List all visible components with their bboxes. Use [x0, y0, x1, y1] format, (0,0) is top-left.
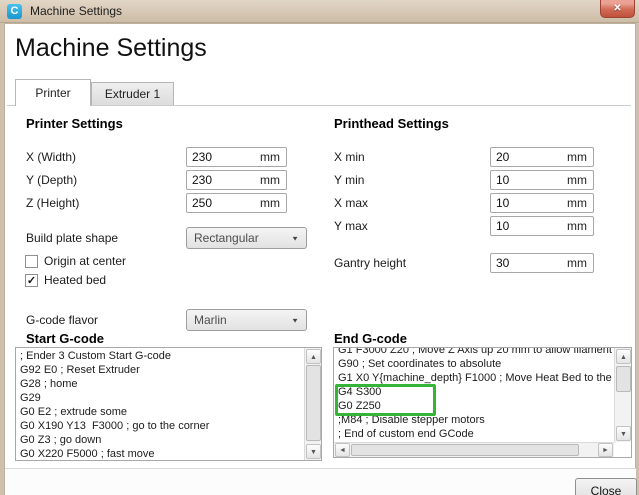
z-height-unit: mm: [260, 196, 280, 210]
x-width-label: X (Width): [26, 150, 77, 164]
y-max-value: 10: [496, 219, 510, 233]
scroll-up-icon[interactable]: ▲: [616, 349, 631, 364]
x-min-value: 20: [496, 150, 510, 164]
x-min-unit: mm: [567, 150, 587, 164]
y-max-input[interactable]: 10 mm: [490, 216, 594, 236]
scroll-down-icon[interactable]: ▼: [616, 426, 631, 441]
start-gcode-vscrollbar[interactable]: ▲ ▼: [304, 348, 321, 460]
gantry-height-value: 30: [496, 256, 510, 270]
end-gcode-heading: End G-code: [334, 331, 407, 346]
gcode-line: G1 X0 Y{machine_depth} F1000 ; Move Heat…: [338, 372, 614, 384]
x-width-input[interactable]: 230 mm: [186, 147, 287, 167]
y-min-input[interactable]: 10 mm: [490, 170, 594, 190]
cura-app-icon: C: [7, 3, 22, 19]
scroll-thumb[interactable]: [616, 366, 631, 392]
end-gcode-vscrollbar[interactable]: ▲ ▼: [614, 348, 631, 442]
x-min-input[interactable]: 20 mm: [490, 147, 594, 167]
machine-settings-window: C Machine Settings ✕ Machine Settings Pr…: [0, 0, 639, 495]
gcode-line: G0 X220 F5000 ; fast move: [20, 448, 155, 460]
tab-extruder-1[interactable]: Extruder 1: [91, 82, 174, 106]
start-gcode-textarea[interactable]: ; Ender 3 Custom Start G-code G92 E0 ; R…: [15, 347, 322, 461]
y-min-value: 10: [496, 173, 510, 187]
x-max-unit: mm: [567, 196, 587, 210]
y-depth-label: Y (Depth): [26, 173, 78, 187]
y-depth-value: 230: [192, 173, 213, 187]
start-gcode-text: ; Ender 3 Custom Start G-code G92 E0 ; R…: [16, 348, 304, 460]
gcode-line: G92 E0 ; Reset Extruder: [20, 364, 140, 376]
gcode-line: ; Ender 3 Custom Start G-code: [20, 350, 172, 362]
y-min-label: Y min: [334, 173, 365, 187]
x-max-value: 10: [496, 196, 510, 210]
build-plate-shape-dropdown[interactable]: Rectangular ▼: [186, 227, 307, 249]
x-max-label: X max: [334, 196, 369, 210]
printer-settings-heading: Printer Settings: [26, 116, 123, 131]
scroll-thumb[interactable]: [351, 444, 579, 456]
gcode-line: G0 E2 ; extrude some: [20, 406, 127, 418]
z-height-input[interactable]: 250 mm: [186, 193, 287, 213]
gcode-line: G1 F3000 Z20 ; Move Z Axis up 20 mm to a…: [338, 348, 614, 356]
x-max-input[interactable]: 10 mm: [490, 193, 594, 213]
scroll-right-icon[interactable]: ►: [598, 443, 613, 457]
build-plate-shape-label: Build plate shape: [26, 231, 119, 245]
gcode-line: G28 ; home: [20, 378, 78, 390]
printhead-settings-heading: Printhead Settings: [334, 116, 449, 131]
heated-bed-checkmark: ✓: [25, 273, 38, 287]
gcode-flavor-value: Marlin: [194, 313, 227, 327]
scroll-up-icon[interactable]: ▲: [306, 349, 321, 364]
end-gcode-hscrollbar[interactable]: ◄ ►: [334, 442, 614, 457]
gantry-height-label: Gantry height: [334, 256, 407, 270]
end-gcode-textarea[interactable]: G1 F3000 Z20 ; Move Z Axis up 20 mm to a…: [333, 347, 632, 458]
end-gcode-text: G1 F3000 Z20 ; Move Z Axis up 20 mm to a…: [334, 348, 614, 442]
close-button[interactable]: Close: [575, 478, 637, 495]
build-plate-shape-value: Rectangular: [194, 231, 259, 245]
gantry-height-input[interactable]: 30 mm: [490, 253, 594, 273]
gcode-line: G0 Z3 ; go down: [20, 434, 102, 446]
scroll-down-icon[interactable]: ▼: [306, 444, 321, 459]
gcode-line: G29: [20, 392, 41, 404]
window-title: Machine Settings: [30, 4, 123, 18]
origin-at-center-checkbox[interactable]: Origin at center: [25, 254, 126, 268]
chevron-down-icon: ▼: [291, 234, 299, 242]
gcode-line: G0 X190 Y13 F3000 ; go to the corner: [20, 420, 210, 432]
x-min-label: X min: [334, 150, 365, 164]
x-width-unit: mm: [260, 150, 280, 164]
z-height-label: Z (Height): [26, 196, 80, 210]
scroll-left-icon[interactable]: ◄: [335, 443, 350, 457]
page-title: Machine Settings: [15, 34, 207, 62]
gcode-line: ; End of custom end GCode: [338, 428, 474, 440]
gcode-line: G4 S300: [338, 386, 382, 398]
start-gcode-heading: Start G-code: [26, 331, 105, 346]
y-depth-unit: mm: [260, 173, 280, 187]
gantry-height-unit: mm: [567, 256, 587, 270]
close-icon: ✕: [613, 3, 622, 14]
title-bar[interactable]: C Machine Settings ✕: [0, 0, 639, 23]
scroll-thumb[interactable]: [306, 365, 321, 441]
z-height-value: 250: [192, 196, 213, 210]
origin-at-center-checkmark: [25, 254, 38, 268]
gcode-line: ;M84 ; Disable stepper motors: [338, 414, 485, 426]
heated-bed-label: Heated bed: [44, 273, 107, 287]
dialog-body: Machine Settings Printer Extruder 1 Prin…: [4, 23, 637, 495]
y-depth-input[interactable]: 230 mm: [186, 170, 287, 190]
y-max-unit: mm: [567, 219, 587, 233]
gcode-line: G0 Z250: [338, 400, 381, 412]
heated-bed-checkbox[interactable]: ✓ Heated bed: [25, 273, 106, 287]
gcode-flavor-dropdown[interactable]: Marlin ▼: [186, 309, 307, 331]
chevron-down-icon: ▼: [291, 316, 299, 324]
y-max-label: Y max: [334, 219, 368, 233]
tab-printer[interactable]: Printer: [15, 79, 91, 106]
y-min-unit: mm: [567, 173, 587, 187]
gcode-line: G90 ; Set coordinates to absolute: [338, 358, 502, 370]
gcode-flavor-label: G-code flavor: [26, 313, 99, 327]
footer: [5, 469, 636, 495]
tab-divider: [7, 105, 631, 106]
window-close-button[interactable]: ✕: [600, 0, 635, 18]
origin-at-center-label: Origin at center: [44, 254, 127, 268]
x-width-value: 230: [192, 150, 213, 164]
